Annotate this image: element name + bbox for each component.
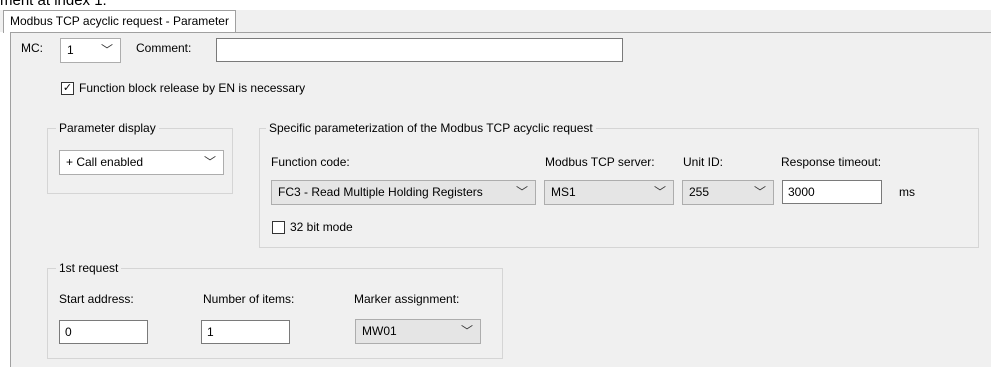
response-timeout-input[interactable]: 3000 xyxy=(782,180,882,204)
specific-parameterization-title: Specific parameterization of the Modbus … xyxy=(266,121,596,135)
marker-assignment-label: Marker assignment: xyxy=(354,292,460,306)
chevron-down-icon: ﹀ xyxy=(653,185,666,199)
start-address-label: Start address: xyxy=(59,292,134,306)
marker-assignment-select[interactable]: MW01 ﹀ xyxy=(355,319,481,344)
parameter-display-title: Parameter display xyxy=(56,121,159,135)
first-request-title: 1st request xyxy=(56,261,122,275)
32-bit-mode-checkbox[interactable] xyxy=(272,221,285,234)
chevron-down-icon: ﹀ xyxy=(203,155,216,169)
first-request-group xyxy=(47,268,503,359)
function-code-select[interactable]: FC3 - Read Multiple Holding Registers ﹀ xyxy=(271,180,536,205)
function-code-label: Function code: xyxy=(271,155,350,169)
en-release-checkbox[interactable]: ✓ xyxy=(61,82,74,95)
parameter-display-value: + Call enabled xyxy=(66,155,144,169)
chevron-down-icon: ﹀ xyxy=(515,185,528,199)
start-address-input[interactable]: 0 xyxy=(59,320,148,344)
check-icon: ✓ xyxy=(62,82,73,94)
truncated-heading-text: ment at index 1. xyxy=(0,0,107,9)
chevron-down-icon: ﹀ xyxy=(753,185,766,199)
modbus-server-select[interactable]: MS1 ﹀ xyxy=(544,180,674,205)
chevron-down-icon: ﹀ xyxy=(100,43,113,57)
comment-input[interactable] xyxy=(216,38,623,62)
function-code-value: FC3 - Read Multiple Holding Registers xyxy=(278,185,483,199)
mc-label: MC: xyxy=(21,41,43,55)
comment-label: Comment: xyxy=(136,41,192,55)
number-of-items-label: Number of items: xyxy=(203,292,295,306)
32-bit-mode-label: 32 bit mode xyxy=(290,220,353,234)
unit-id-label: Unit ID: xyxy=(683,155,724,169)
timeout-unit-label: ms xyxy=(899,185,915,199)
parameter-display-select[interactable]: + Call enabled ﹀ xyxy=(59,150,224,175)
chevron-down-icon: ﹀ xyxy=(460,324,473,338)
unit-id-select[interactable]: 255 ﹀ xyxy=(682,180,774,205)
en-release-label: Function block release by EN is necessar… xyxy=(79,81,306,95)
modbus-server-label: Modbus TCP server: xyxy=(545,155,655,169)
tab-parameter[interactable]: Modbus TCP acyclic request - Parameter xyxy=(3,10,236,33)
response-timeout-label: Response timeout: xyxy=(781,155,882,169)
mc-select[interactable]: 1 ﹀ xyxy=(60,38,121,63)
number-of-items-input[interactable]: 1 xyxy=(201,320,290,344)
